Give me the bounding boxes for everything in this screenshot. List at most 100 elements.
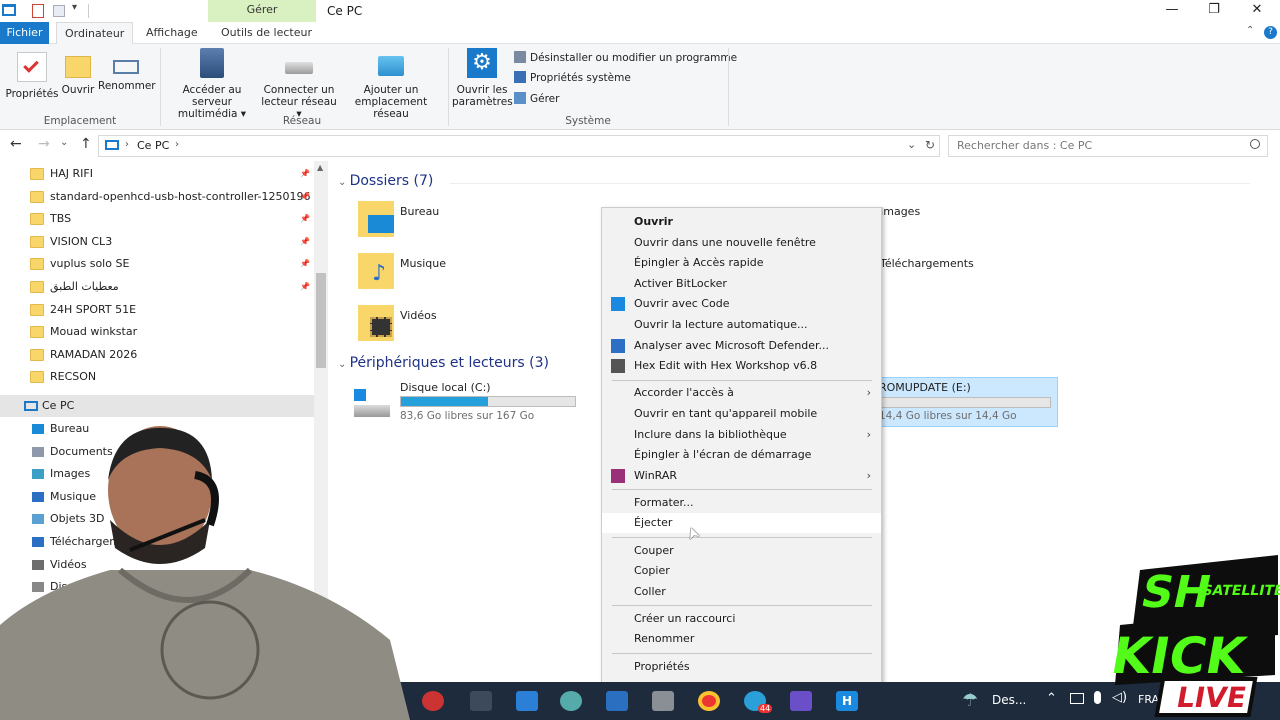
nav-ce-pc[interactable]: Ce PC: [0, 395, 314, 417]
context-menu-item[interactable]: Éjecter: [602, 513, 881, 534]
help-icon[interactable]: ?: [1264, 26, 1277, 39]
drive-c-icon[interactable]: [354, 389, 390, 419]
search-input[interactable]: Rechercher dans : Ce PC: [948, 135, 1268, 157]
folder-musique-label[interactable]: Musique: [400, 257, 446, 270]
context-menu-item[interactable]: Hex Edit with Hex Workshop v6.8: [602, 356, 881, 376]
forward-arrow-icon[interactable]: →: [38, 136, 50, 152]
map-network-drive-button[interactable]: Connecter un lecteur réseau ▾: [260, 48, 338, 120]
context-menu-item[interactable]: Renommer: [602, 629, 881, 649]
chrome-icon[interactable]: [698, 691, 720, 711]
drive-c-name[interactable]: Disque local (C:): [400, 381, 491, 394]
search-icon[interactable]: [1250, 139, 1260, 149]
app-icon-h[interactable]: H: [836, 691, 858, 711]
pin-icon[interactable]: 📌: [300, 163, 310, 185]
restore-button[interactable]: ❐: [1202, 2, 1226, 20]
add-network-location-button[interactable]: Ajouter un emplacement réseau: [340, 48, 442, 120]
microphone-icon[interactable]: [1094, 691, 1101, 704]
calculator-icon[interactable]: [606, 691, 628, 711]
folder-videos-icon[interactable]: [358, 305, 394, 341]
folder-images-label[interactable]: Images: [880, 205, 920, 218]
nav-quick-item[interactable]: VISION CL3 📌: [0, 231, 314, 253]
folders-section-header[interactable]: ⌄ Dossiers (7): [338, 173, 433, 189]
open-button[interactable]: Ouvrir: [60, 52, 96, 96]
close-button[interactable]: ✕: [1245, 2, 1269, 20]
tab-ordinateur[interactable]: Ordinateur: [56, 22, 134, 44]
show-hidden-icons-icon[interactable]: ⌃: [1046, 691, 1057, 706]
context-menu-item[interactable]: Inclure dans la bibliothèque ›: [602, 425, 881, 445]
nav-quick-item[interactable]: 24H SPORT 51E: [0, 299, 314, 321]
context-menu-item[interactable]: Ouvrir: [602, 212, 881, 232]
nav-quick-item[interactable]: معطيات الطبق 📌: [0, 276, 314, 298]
app-icon-3[interactable]: [516, 691, 538, 711]
context-menu-item[interactable]: Coller: [602, 582, 881, 602]
devices-section-header[interactable]: ⌄ Périphériques et lecteurs (3): [338, 355, 549, 371]
open-settings-button[interactable]: ⚙ Ouvrir les paramètres: [452, 48, 513, 108]
nav-quick-item[interactable]: TBS 📌: [0, 208, 314, 230]
context-menu-item[interactable]: Épingler à Accès rapide: [602, 253, 881, 273]
context-menu-item[interactable]: Ouvrir en tant qu'appareil mobile: [602, 404, 881, 424]
network-icon[interactable]: [1070, 693, 1084, 704]
weather-icon[interactable]: ☂: [962, 690, 978, 711]
refresh-icon[interactable]: ↻: [925, 138, 935, 152]
media-server-button[interactable]: Accéder au serveur multimédia ▾: [164, 48, 260, 120]
nav-quick-item[interactable]: standard-openhcd-usb-host-controller-125…: [0, 186, 314, 208]
folder-musique-icon[interactable]: ♪: [358, 253, 394, 289]
back-arrow-icon[interactable]: ←: [10, 136, 22, 152]
nav-quick-item[interactable]: HAJ RIFI 📌: [0, 163, 314, 185]
nav-quick-item[interactable]: Mouad winkstar: [0, 321, 314, 343]
context-menu-item[interactable]: Propriétés: [602, 657, 881, 677]
context-menu-item[interactable]: Analyser avec Microsoft Defender...: [602, 336, 881, 356]
up-arrow-icon[interactable]: ↑: [80, 136, 92, 152]
qat-new-folder-icon[interactable]: [53, 5, 65, 17]
context-menu-item[interactable]: Ouvrir avec Code: [602, 294, 881, 314]
context-menu-item[interactable]: Accorder l'accès à ›: [602, 383, 881, 403]
qat-properties-icon[interactable]: [32, 4, 44, 18]
app-icon-6[interactable]: [652, 691, 674, 711]
uninstall-program-button[interactable]: Désinstaller ou modifier un programme: [514, 49, 737, 67]
folder-telechargements-label[interactable]: Téléchargements: [880, 257, 974, 270]
context-menu-item[interactable]: Ouvrir dans une nouvelle fenêtre: [602, 233, 881, 253]
manage-tab-header[interactable]: Gérer: [208, 0, 316, 22]
app-icon-9[interactable]: [790, 691, 812, 711]
context-menu-item[interactable]: Créer un raccourci: [602, 609, 881, 629]
address-field[interactable]: › Ce PC › ⌄ ↻: [98, 135, 940, 157]
drive-e-name[interactable]: ROMUPDATE (E:): [879, 381, 971, 394]
properties-button[interactable]: Propriétés: [4, 52, 60, 100]
system-properties-button[interactable]: Propriétés système: [514, 69, 631, 87]
tab-fichier[interactable]: Fichier: [0, 22, 49, 44]
nav-quick-item[interactable]: vuplus solo SE 📌: [0, 253, 314, 275]
nav-quick-item[interactable]: RAMADAN 2026: [0, 344, 314, 366]
pin-icon[interactable]: 📌: [300, 231, 310, 253]
recent-dropdown-icon[interactable]: ⌄: [60, 137, 68, 148]
pin-icon[interactable]: 📌: [300, 276, 310, 298]
app-icon-4[interactable]: [560, 691, 582, 711]
context-menu-item[interactable]: Activer BitLocker: [602, 274, 881, 294]
folder-bureau-icon[interactable]: [358, 201, 394, 237]
context-menu-item[interactable]: Formater...: [602, 493, 881, 513]
address-dropdown-icon[interactable]: ⌄: [907, 138, 916, 151]
folder-bureau-label[interactable]: Bureau: [400, 205, 439, 218]
manage-button[interactable]: Gérer: [514, 90, 559, 108]
tab-outils-de-lecteur[interactable]: Outils de lecteur: [213, 22, 320, 44]
drive-e-selection[interactable]: ROMUPDATE (E:) 14,4 Go libres sur 14,4 G…: [870, 377, 1058, 427]
pin-icon[interactable]: 📌: [300, 186, 310, 208]
weather-text[interactable]: Des...: [992, 693, 1026, 707]
nav-quick-item[interactable]: RECSON: [0, 366, 314, 388]
scroll-thumb[interactable]: [316, 273, 326, 368]
context-menu-item[interactable]: Épingler à l'écran de démarrage: [602, 445, 881, 465]
app-icon-2[interactable]: [470, 691, 492, 711]
context-menu-item[interactable]: WinRAR ›: [602, 466, 881, 486]
context-menu-item[interactable]: Ouvrir la lecture automatique...: [602, 315, 881, 335]
tab-affichage[interactable]: Affichage: [138, 22, 206, 44]
folder-videos-label[interactable]: Vidéos: [400, 309, 437, 322]
rename-button[interactable]: Renommer: [98, 52, 156, 92]
scroll-up-icon[interactable]: ▲: [317, 163, 323, 172]
ribbon-collapse-icon[interactable]: ⌃: [1246, 25, 1254, 36]
context-menu-item[interactable]: Copier: [602, 561, 881, 581]
pin-icon[interactable]: 📌: [300, 208, 310, 230]
app-icon-1[interactable]: [422, 691, 444, 711]
pin-icon[interactable]: 📌: [300, 253, 310, 275]
breadcrumb-ce-pc[interactable]: Ce PC: [137, 139, 169, 152]
context-menu-item[interactable]: Couper: [602, 541, 881, 561]
qat-dropdown-icon[interactable]: ▾: [72, 2, 77, 13]
